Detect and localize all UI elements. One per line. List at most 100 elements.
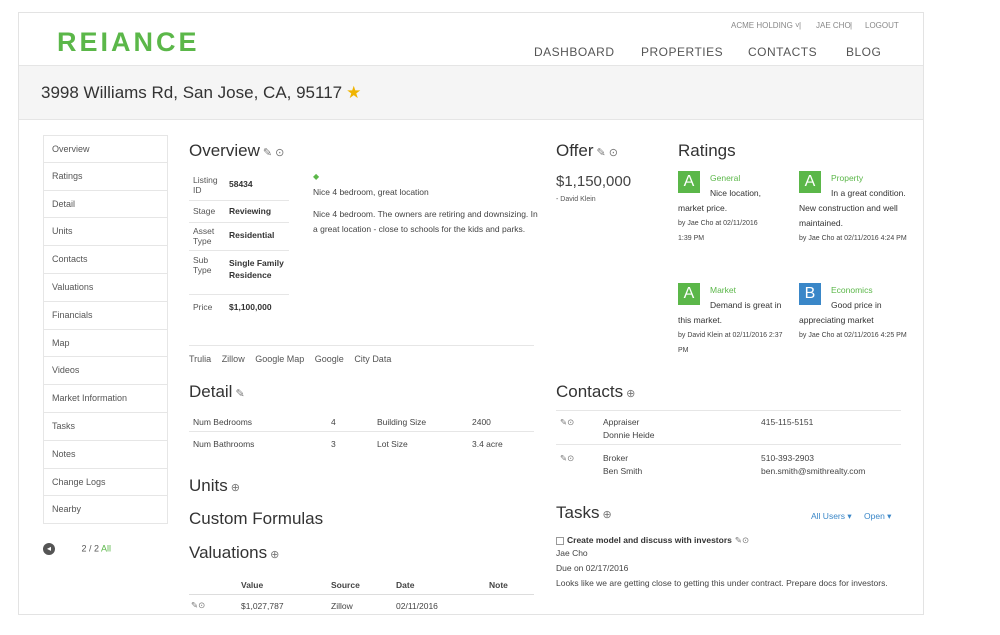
table-row: Num Bedrooms 4 Building Size 2400 bbox=[189, 410, 534, 432]
edit-icon[interactable]: ✎⊙ bbox=[735, 535, 749, 545]
overview-description: Nice 4 bedroom. The owners are retiring … bbox=[313, 209, 538, 234]
task-assignee: Jae Cho bbox=[556, 548, 588, 558]
field-stage: Stage Reviewing bbox=[189, 201, 289, 223]
sidebar-item-valuations[interactable]: Valuations bbox=[43, 273, 168, 302]
field-sub-type: Sub Type Single Family Residence bbox=[189, 251, 289, 295]
sidebar-item-units[interactable]: Units bbox=[43, 218, 168, 247]
add-icon[interactable]: ⊕ bbox=[602, 509, 611, 521]
overview-heading: Overview ✎ ⊙ bbox=[189, 141, 284, 161]
sidebar-item-overview[interactable]: Overview bbox=[43, 135, 168, 163]
link-google[interactable]: Google bbox=[315, 354, 344, 364]
nav-blog[interactable]: BLOG bbox=[846, 45, 881, 59]
offer-amount: $1,150,000 bbox=[556, 173, 632, 190]
util-divider: | bbox=[799, 21, 802, 30]
edit-icon[interactable]: ✎ bbox=[263, 147, 272, 159]
edit-icon[interactable]: ✎⊙ bbox=[560, 417, 574, 428]
rating-economics: B Economics Good price in appreciating m… bbox=[799, 283, 909, 343]
edit-icon[interactable]: ✎⊙ bbox=[560, 453, 574, 464]
sidebar-item-videos[interactable]: Videos bbox=[43, 357, 168, 386]
pager-all-link[interactable]: All bbox=[101, 543, 111, 553]
rating-grade: A bbox=[678, 171, 700, 193]
collapse-icon[interactable]: ◂ bbox=[43, 543, 55, 555]
external-links: Trulia Zillow Google Map Google City Dat… bbox=[189, 354, 399, 364]
sidebar-item-notes[interactable]: Notes bbox=[43, 440, 168, 469]
sidebar: Overview Ratings Detail Units Contacts V… bbox=[43, 135, 168, 525]
pager-count: 2 / 2 bbox=[81, 543, 100, 554]
offer-title: Offer bbox=[556, 141, 594, 160]
tasks-title: Tasks bbox=[556, 503, 600, 522]
divider bbox=[189, 345, 534, 346]
sidebar-item-market-information[interactable]: Market Information bbox=[43, 385, 168, 413]
sidebar-item-detail[interactable]: Detail bbox=[43, 190, 168, 219]
rating-grade: A bbox=[678, 283, 700, 305]
overview-summary: Nice 4 bedroom, great location bbox=[313, 187, 429, 197]
sidebar-item-map[interactable]: Map bbox=[43, 329, 168, 358]
offer-heading: Offer ✎ ⊙ bbox=[556, 141, 618, 161]
edit-icon[interactable]: ✎ bbox=[596, 147, 605, 159]
settings-icon[interactable]: ⊙ bbox=[609, 147, 618, 159]
sidebar-item-ratings[interactable]: Ratings bbox=[43, 162, 168, 191]
filter-users-dropdown[interactable]: All Users ▾ bbox=[811, 511, 852, 522]
user-link[interactable]: JAE CHO bbox=[816, 21, 851, 30]
app-frame: REIANCE ACME HOLDING ˅ | JAE CHO | LOGOU… bbox=[18, 12, 924, 615]
link-zillow[interactable]: Zillow bbox=[222, 354, 245, 364]
field-price: Price $1,100,000 bbox=[193, 302, 272, 312]
logout-link[interactable]: LOGOUT bbox=[865, 21, 899, 30]
offer-by: - David Klein bbox=[556, 196, 596, 203]
contact-name-link[interactable]: Ben Smith bbox=[603, 466, 642, 476]
tag-icon: ◆ bbox=[313, 172, 320, 181]
nav-properties[interactable]: PROPERTIES bbox=[641, 45, 723, 59]
add-icon[interactable]: ⊕ bbox=[231, 482, 240, 494]
custom-formulas-heading: Custom Formulas bbox=[189, 509, 324, 528]
valuations-heading: Valuations ⊕ bbox=[189, 543, 279, 563]
rating-grade: B bbox=[799, 283, 821, 305]
logo[interactable]: REIANCE bbox=[57, 27, 200, 58]
edit-icon[interactable]: ✎⊙ bbox=[191, 600, 205, 611]
task-note: Looks like we are getting close to getti… bbox=[556, 578, 888, 588]
gap bbox=[363, 410, 367, 411]
table-row: Num Bathrooms 3 Lot Size 3.4 acre bbox=[193, 439, 503, 449]
rating-by: by Jae Cho at 02/11/2016 1:39 PM bbox=[678, 220, 758, 242]
settings-icon[interactable]: ⊙ bbox=[275, 147, 284, 159]
nav-dashboard[interactable]: DASHBOARD bbox=[534, 45, 615, 59]
sidebar-item-tasks[interactable]: Tasks bbox=[43, 412, 168, 441]
link-trulia[interactable]: Trulia bbox=[189, 354, 211, 364]
add-icon[interactable]: ⊕ bbox=[270, 549, 279, 561]
sidebar-item-change-logs[interactable]: Change Logs bbox=[43, 468, 168, 497]
contact-row: ✎⊙ Broker Ben Smith 510-393-2903 ben.smi… bbox=[560, 453, 866, 476]
overview-fields: Listing ID 58434 Stage Reviewing Asset T… bbox=[189, 173, 289, 319]
sidebar-pager: ◂ 2 / 2 All bbox=[43, 543, 111, 555]
link-google-map[interactable]: Google Map bbox=[255, 354, 304, 364]
valuations-title: Valuations bbox=[189, 543, 268, 562]
tasks-heading: Tasks ⊕ bbox=[556, 503, 612, 523]
favorite-star-icon[interactable]: ★ bbox=[346, 83, 361, 102]
rating-by: by Jae Cho at 02/11/2016 4:24 PM bbox=[799, 235, 907, 242]
sidebar-item-financials[interactable]: Financials bbox=[43, 301, 168, 330]
table-row: ✎⊙ $1,027,787 Zillow 02/11/2016 bbox=[191, 600, 438, 611]
task-checkbox[interactable] bbox=[556, 536, 564, 545]
nav-contacts[interactable]: CONTACTS bbox=[748, 45, 817, 59]
add-icon[interactable]: ⊕ bbox=[626, 388, 635, 400]
rating-market: A Market Demand is great in this market.… bbox=[678, 283, 788, 358]
filter-status-dropdown[interactable]: Open ▾ bbox=[864, 511, 891, 522]
sidebar-item-contacts[interactable]: Contacts bbox=[43, 246, 168, 274]
sidebar-item-nearby[interactable]: Nearby bbox=[43, 496, 168, 525]
contact-email[interactable]: ben.smith@smithrealty.com bbox=[761, 466, 865, 476]
detail-table: Num Bedrooms 4 Building Size 2400 Num Ba… bbox=[189, 410, 534, 454]
rating-grade: A bbox=[799, 171, 821, 193]
field-asset-type: Asset Type Residential bbox=[189, 223, 289, 251]
property-address: 3998 Williams Rd, San Jose, CA, 95117 bbox=[41, 83, 343, 102]
valuations-table: Value Source Date Note ✎⊙ $1,027,787 Zil… bbox=[189, 575, 534, 614]
table-header: Value Source Date Note bbox=[189, 575, 534, 595]
detail-title: Detail bbox=[189, 382, 233, 401]
task-title: Create model and discuss with investors bbox=[567, 535, 732, 545]
units-heading: Units ⊕ bbox=[189, 476, 240, 496]
contact-name-link[interactable]: Donnie Heide bbox=[603, 430, 655, 440]
util-divider: | bbox=[850, 21, 853, 30]
ratings-title: Ratings bbox=[678, 141, 736, 160]
org-switcher[interactable]: ACME HOLDING ˅ bbox=[731, 21, 800, 30]
contacts-heading: Contacts ⊕ bbox=[556, 382, 635, 402]
link-city-data[interactable]: City Data bbox=[354, 354, 391, 364]
overview-title: Overview bbox=[189, 141, 260, 160]
edit-icon[interactable]: ✎ bbox=[235, 388, 244, 400]
